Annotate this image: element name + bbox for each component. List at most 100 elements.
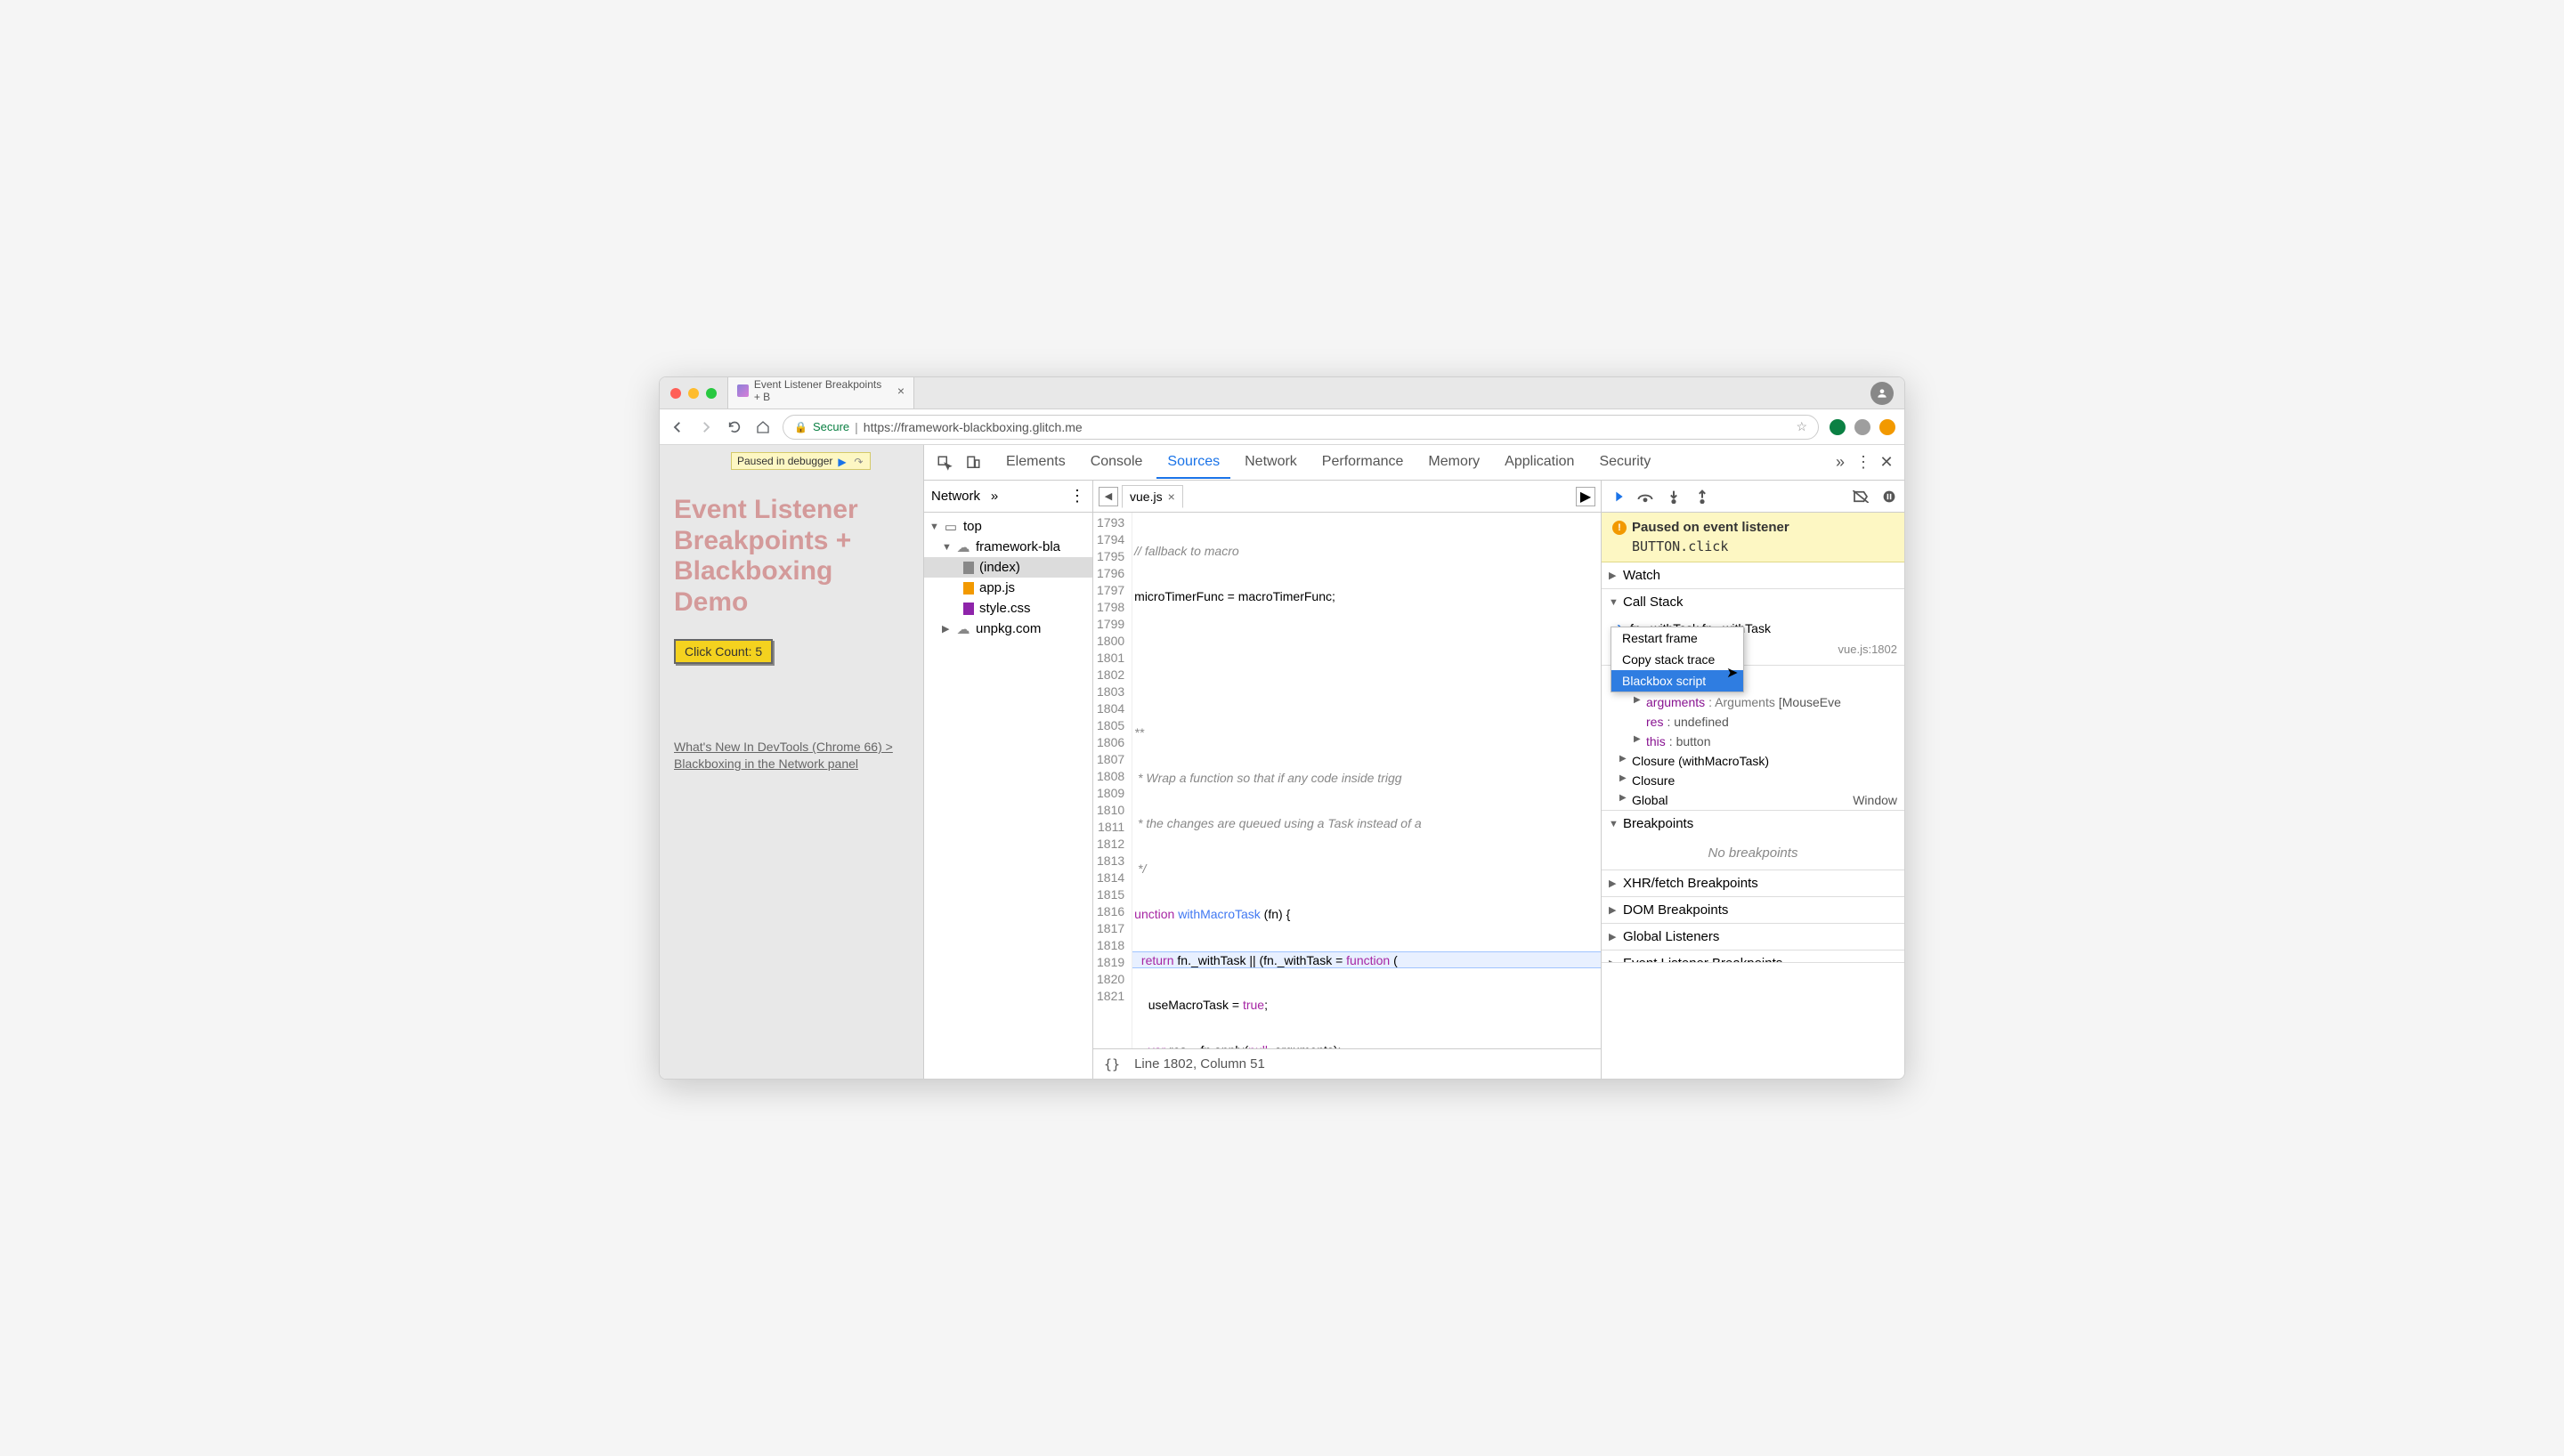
close-tab-icon[interactable]: × — [1168, 489, 1175, 504]
cloud-icon: ☁ — [956, 622, 970, 636]
browser-window: Event Listener Breakpoints + B × 🔒 Secur… — [659, 376, 1905, 1080]
evt-header[interactable]: ▶Event Listener Breakpoints — [1602, 950, 1904, 963]
caret-down-icon: ▼ — [1609, 819, 1618, 829]
tab-console[interactable]: Console — [1080, 447, 1154, 479]
navigator-overflow-icon[interactable]: » — [987, 489, 1002, 504]
scope-closure[interactable]: ▶Closure (withMacroTask) — [1602, 751, 1904, 771]
pretty-print-icon[interactable]: {} — [1104, 1056, 1120, 1072]
cursor-position: Line 1802, Column 51 — [1134, 1056, 1265, 1072]
breakpoints-header[interactable]: ▼Breakpoints — [1602, 811, 1904, 837]
maximize-window-button[interactable] — [706, 388, 717, 399]
profile-avatar[interactable] — [1870, 382, 1894, 405]
watch-header[interactable]: ▶Watch — [1602, 562, 1904, 588]
navigator-header: Network » ⋮ — [924, 481, 1092, 513]
devtools-menu-icon[interactable]: ⋮ — [1853, 453, 1874, 472]
reload-button[interactable] — [726, 418, 743, 436]
tree-top[interactable]: ▼ ▭ top — [924, 516, 1092, 537]
tab-memory[interactable]: Memory — [1417, 447, 1490, 479]
listeners-header[interactable]: ▶Global Listeners — [1602, 924, 1904, 950]
click-count-button[interactable]: Click Count: 5 — [674, 639, 773, 664]
page-link[interactable]: What's New In DevTools (Chrome 66) > Bla… — [674, 739, 909, 772]
code-tabs: ◀ vue.js × ▶ — [1093, 481, 1601, 513]
tab-elements[interactable]: Elements — [995, 447, 1076, 479]
nav-prev-icon[interactable]: ◀ — [1099, 487, 1118, 506]
file-tree: ▼ ▭ top ▼ ☁ framework-bla (index) — [924, 513, 1092, 643]
page-viewport: Paused in debugger ▶ ↷ Event Listener Br… — [660, 445, 923, 1079]
debugger-panel: !Paused on event listener BUTTON.click ▶… — [1602, 481, 1904, 1079]
ctx-copy-stack-trace[interactable]: Copy stack trace — [1611, 649, 1743, 670]
extension-icon[interactable] — [1854, 419, 1870, 435]
code-status-bar: {} Line 1802, Column 51 — [1093, 1048, 1601, 1079]
scope-var[interactable]: ▶arguments: Arguments [MouseEve — [1602, 692, 1904, 712]
new-tab-button[interactable] — [914, 398, 941, 408]
tree-domain[interactable]: ▼ ☁ framework-bla — [924, 537, 1092, 557]
window-icon: ▭ — [944, 520, 958, 534]
scope-closure[interactable]: ▶Closure — [1602, 771, 1904, 790]
extension-icon[interactable] — [1879, 419, 1895, 435]
tab-strip: Event Listener Breakpoints + B × — [727, 377, 1870, 408]
extension-icons — [1830, 419, 1895, 435]
scope-global[interactable]: ▶GlobalWindow — [1602, 790, 1904, 810]
tree-domain[interactable]: ▶ ☁ unpkg.com — [924, 619, 1092, 639]
step-into-icon[interactable] — [1666, 489, 1682, 505]
pause-on-exceptions-icon[interactable] — [1881, 489, 1897, 505]
caret-down-icon: ▼ — [1609, 597, 1618, 608]
tabs-overflow-icon[interactable]: » — [1830, 453, 1851, 472]
close-window-button[interactable] — [670, 388, 681, 399]
deactivate-breakpoints-icon[interactable] — [1853, 489, 1869, 505]
tree-file-appjs[interactable]: app.js — [924, 578, 1092, 598]
navigator-menu-icon[interactable]: ⋮ — [1069, 487, 1085, 506]
step-over-icon[interactable] — [1637, 489, 1653, 505]
scope-var[interactable]: res: undefined — [1602, 712, 1904, 732]
tab-performance[interactable]: Performance — [1311, 447, 1415, 479]
ctx-blackbox-script[interactable]: Blackbox script — [1611, 670, 1743, 692]
extension-icon[interactable] — [1830, 419, 1846, 435]
bookmark-star-icon[interactable]: ☆ — [1796, 419, 1807, 434]
context-menu: Restart frame Copy stack trace Blackbox … — [1611, 627, 1744, 692]
minimize-window-button[interactable] — [688, 388, 699, 399]
devtools-close-icon[interactable]: ✕ — [1876, 453, 1897, 472]
caret-right-icon: ▶ — [942, 623, 951, 635]
code-tab-vuejs[interactable]: vue.js × — [1122, 485, 1183, 508]
step-icon[interactable]: ↷ — [854, 456, 864, 466]
watch-section: ▶Watch — [1602, 562, 1904, 589]
code-editor[interactable]: 1793179417951796179717981799180018011802… — [1093, 513, 1601, 1048]
scope-var[interactable]: ▶this: button — [1602, 732, 1904, 751]
tab-security[interactable]: Security — [1588, 447, 1661, 479]
tab-application[interactable]: Application — [1494, 447, 1585, 479]
traffic-lights — [670, 388, 717, 399]
resume-icon[interactable]: ▶ — [838, 456, 848, 466]
dom-breakpoints-section: ▶DOM Breakpoints — [1602, 897, 1904, 924]
navigator-tab-label[interactable]: Network — [931, 489, 980, 504]
caret-right-icon: ▶ — [1609, 570, 1618, 581]
tree-file-index[interactable]: (index) — [924, 557, 1092, 578]
tree-label: top — [963, 519, 982, 534]
xhr-header[interactable]: ▶XHR/fetch Breakpoints — [1602, 870, 1904, 896]
devtools: Elements Console Sources Network Perform… — [923, 445, 1904, 1079]
device-toggle-icon[interactable] — [960, 449, 986, 476]
back-button[interactable] — [669, 418, 686, 436]
ctx-restart-frame[interactable]: Restart frame — [1611, 627, 1743, 649]
resume-icon[interactable] — [1609, 489, 1625, 505]
devtools-tabs: Elements Console Sources Network Perform… — [995, 447, 1828, 479]
event-listener-breakpoints-section: ▶Event Listener Breakpoints — [1602, 950, 1904, 963]
dom-header[interactable]: ▶DOM Breakpoints — [1602, 897, 1904, 923]
debugger-toolbar — [1602, 481, 1904, 513]
browser-tab[interactable]: Event Listener Breakpoints + B × — [727, 376, 914, 408]
global-listeners-section: ▶Global Listeners — [1602, 924, 1904, 950]
home-button[interactable] — [754, 418, 772, 436]
inspect-element-icon[interactable] — [931, 449, 958, 476]
tab-network[interactable]: Network — [1234, 447, 1308, 479]
tree-label: (index) — [979, 560, 1020, 575]
omnibox[interactable]: 🔒 Secure | https://framework-blackboxing… — [783, 415, 1819, 440]
close-tab-icon[interactable]: × — [897, 384, 905, 398]
nav-next-icon[interactable]: ▶ — [1576, 487, 1595, 506]
step-out-icon[interactable] — [1694, 489, 1710, 505]
callstack-header[interactable]: ▼Call Stack — [1602, 589, 1904, 615]
tab-sources[interactable]: Sources — [1156, 447, 1230, 479]
code-tab-label: vue.js — [1130, 489, 1163, 504]
tree-file-stylecss[interactable]: style.css — [924, 598, 1092, 619]
xhr-breakpoints-section: ▶XHR/fetch Breakpoints — [1602, 870, 1904, 897]
content-area: Paused in debugger ▶ ↷ Event Listener Br… — [660, 445, 1904, 1079]
forward-button[interactable] — [697, 418, 715, 436]
